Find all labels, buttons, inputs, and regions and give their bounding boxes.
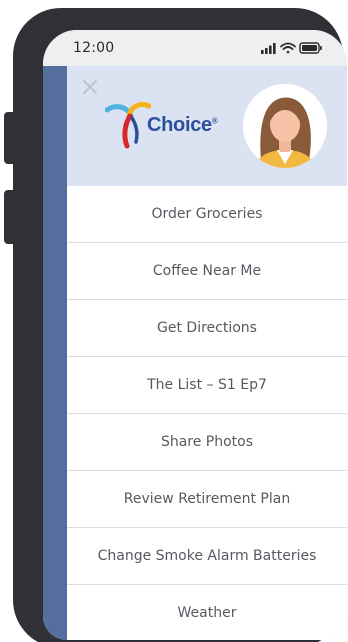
choice-logo: Choice® (104, 100, 225, 150)
menu-item-change-smoke-alarm-batteries[interactable]: Change Smoke Alarm Batteries (67, 528, 347, 585)
menu-item-the-list[interactable]: The List – S1 Ep7 (67, 357, 347, 414)
menu-item-order-groceries[interactable]: Order Groceries (67, 186, 347, 243)
battery-icon (299, 42, 322, 54)
user-avatar-icon (243, 84, 327, 168)
avatar[interactable] (243, 84, 327, 168)
menu-header: Choice® (67, 66, 347, 186)
phone-frame: 12:00 Choice® Order Groceries Coffee Nea… (13, 8, 347, 642)
side-menu: Choice® Order Groceries Coffee Near Me G… (67, 66, 347, 640)
phone-screen: 12:00 Choice® Order Groceries Coffee Nea… (43, 30, 347, 640)
wifi-icon (280, 42, 296, 54)
menu-list: Order Groceries Coffee Near Me Get Direc… (67, 186, 347, 640)
menu-item-coffee-near-me[interactable]: Coffee Near Me (67, 243, 347, 300)
choice-logo-mark-icon (104, 101, 152, 149)
logo-wordmark: Choice (147, 114, 212, 136)
logo-registered-mark: ® (211, 116, 218, 126)
status-icons (261, 42, 322, 54)
menu-item-review-retirement-plan[interactable]: Review Retirement Plan (67, 471, 347, 528)
stage: 12:00 Choice® Order Groceries Coffee Nea… (0, 0, 348, 642)
menu-item-get-directions[interactable]: Get Directions (67, 300, 347, 357)
signal-icon (261, 43, 276, 54)
choice-logo-text: Choice® (147, 114, 218, 137)
side-strip (43, 66, 67, 640)
close-icon[interactable] (79, 76, 101, 98)
menu-item-weather[interactable]: Weather (67, 585, 347, 640)
menu-item-share-photos[interactable]: Share Photos (67, 414, 347, 471)
status-time: 12:00 (73, 40, 115, 56)
status-bar: 12:00 (43, 30, 347, 66)
